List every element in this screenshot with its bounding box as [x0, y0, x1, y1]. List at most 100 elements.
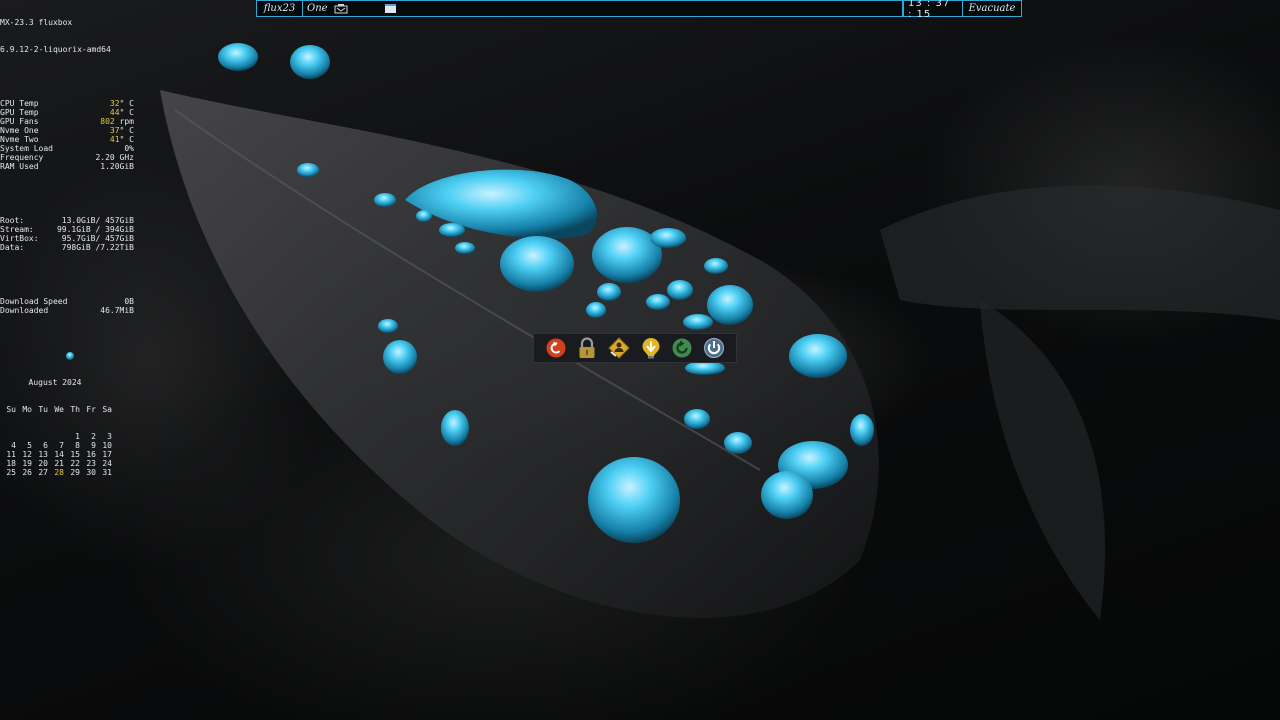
padlock-icon [579, 337, 595, 358]
calendar-day: 3 [107, 432, 112, 441]
calendar-day: 6 [43, 441, 48, 450]
calendar-day: 15 [70, 450, 80, 459]
calendar-day: 21 [54, 459, 64, 468]
workspace-name[interactable]: One [303, 1, 381, 16]
workspace-name-text: One [307, 3, 328, 14]
calendar-week: 18 19 20 21 22 23 24 [0, 459, 134, 468]
sensors-value: 41° C [109, 135, 134, 144]
logout-button[interactable] [544, 336, 568, 360]
calendar-weekdays: Su Mo Tu We Th Fr Sa [0, 405, 134, 414]
window-icon[interactable] [385, 4, 396, 13]
workspace-label[interactable]: flux23 [257, 1, 303, 16]
disks-label: Stream: [0, 225, 34, 234]
calendar-day [16, 432, 32, 441]
sensors-row: GPU Fans 802 rpm [0, 117, 134, 126]
calendar-day [48, 432, 64, 441]
conky-monitor: MX-23.3 fluxbox 6.9.12-2-liquorix-amd64 … [0, 0, 134, 504]
sensors-row: GPU Temp 44° C [0, 108, 134, 117]
network-value: 46.7MiB [100, 306, 134, 315]
calendar-weekday: We [54, 405, 64, 414]
workspace-label-text: flux23 [263, 3, 296, 14]
sensors-row: RAM Used 1.20GiB [0, 162, 134, 171]
sensors-value: 32° C [109, 99, 134, 108]
sensors-label: Nvme One [0, 126, 39, 135]
calendar-day: 7 [59, 441, 64, 450]
disks-label: Data: [0, 243, 25, 252]
toolbar-clock[interactable]: 13 : 37 : 15 [903, 0, 963, 20]
sensors-row: System Load 0% [0, 144, 134, 153]
workspace-icon [334, 3, 348, 13]
calendar-day: 25 [6, 468, 16, 477]
disks-row: Stream: 99.1GiB / 394GiB [0, 225, 134, 234]
exit-dock [533, 333, 737, 363]
evacuate-label: Evacuate [968, 3, 1016, 14]
restart-icon [672, 338, 692, 358]
clock-text: 13 : 37 : 15 [908, 0, 951, 20]
calendar-weekday: Th [70, 405, 80, 414]
calendar-day: 1 [75, 432, 80, 441]
calendar-day: 13 [38, 450, 48, 459]
conky-calendar: August 2024 Su Mo Tu We Th Fr Sa 1 2 3 4 5 6 7 8 9 10 11… [0, 360, 134, 495]
calendar-weekday: Fr [86, 405, 96, 414]
disks-value: 798GiB /7.22TiB [61, 243, 134, 252]
calendar-week: 4 5 6 7 8 9 10 [0, 441, 134, 450]
sensors-row: Nvme Two 41° C [0, 135, 134, 144]
calendar-day: 27 [38, 468, 48, 477]
calendar-day: 30 [86, 468, 96, 477]
logout-arrow-icon [546, 338, 566, 358]
calendar-day: 14 [54, 450, 64, 459]
network-value: 0B [124, 297, 134, 306]
system-distro: MX-23.3 fluxbox [0, 18, 73, 27]
network-label: Download Speed [0, 297, 68, 306]
restart-button[interactable] [670, 336, 694, 360]
power-icon [704, 338, 725, 358]
disks-value: 95.7GiB/ 457GiB [61, 234, 134, 243]
calendar-day: 4 [11, 441, 16, 450]
network-row: Download Speed 0B [0, 297, 134, 306]
sensors-value: 37° C [109, 126, 134, 135]
calendar-day: 18 [6, 459, 16, 468]
calendar-day: 23 [86, 459, 96, 468]
disks-label: VirtBox: [0, 234, 39, 243]
disks-row: Root: 13.0GiB/ 457GiB [0, 216, 134, 225]
calendar-day: 17 [102, 450, 112, 459]
network-row: Downloaded 46.7MiB [0, 306, 134, 315]
sensors-label: RAM Used [0, 162, 39, 171]
iconbar[interactable] [381, 1, 903, 16]
switch-user-button[interactable] [607, 336, 631, 360]
calendar-week: 11 12 13 14 15 16 17 [0, 450, 134, 459]
suspend-button[interactable] [639, 336, 663, 360]
sensors-label: CPU Temp [0, 99, 39, 108]
calendar-weekday: Tu [38, 405, 48, 414]
shutdown-button[interactable] [702, 336, 726, 360]
sensors-row: Nvme One 37° C [0, 126, 134, 135]
calendar-day: 20 [38, 459, 48, 468]
sensors-value: 2.20 GHz [95, 153, 134, 162]
lock-button[interactable] [575, 336, 599, 360]
calendar-day: 9 [91, 441, 96, 450]
calendar-title: August 2024 [28, 378, 82, 387]
sensors-label: System Load [0, 144, 53, 153]
calendar-today: 28 [54, 468, 64, 477]
system-kernel: 6.9.12-2-liquorix-amd64 [0, 45, 111, 54]
calendar-day: 12 [22, 450, 32, 459]
network-label: Downloaded [0, 306, 49, 315]
calendar-day [32, 432, 48, 441]
fluxbox-toolbar: flux23 One 13 : 37 : 15 Evacuate [256, 0, 1022, 20]
sensors-row: Frequency 2.20 GHz [0, 153, 134, 162]
sensors-value: 0% [124, 144, 134, 153]
calendar-day [0, 432, 16, 441]
calendar-day: 10 [102, 441, 112, 450]
calendar-day: 29 [70, 468, 80, 477]
calendar-weekday: Mo [22, 405, 32, 414]
sensors-label: GPU Temp [0, 108, 39, 117]
calendar-week: 25 26 27 28 29 30 31 [0, 468, 134, 477]
calendar-day: 22 [70, 459, 80, 468]
calendar-weekday: Su [6, 405, 16, 414]
evacuate-button[interactable]: Evacuate [963, 1, 1021, 16]
calendar-weekday: Sa [102, 405, 112, 414]
calendar-day: 16 [86, 450, 96, 459]
disks-row: Data: 798GiB /7.22TiB [0, 243, 134, 252]
sensors-label: Nvme Two [0, 135, 39, 144]
calendar-day: 8 [75, 441, 80, 450]
